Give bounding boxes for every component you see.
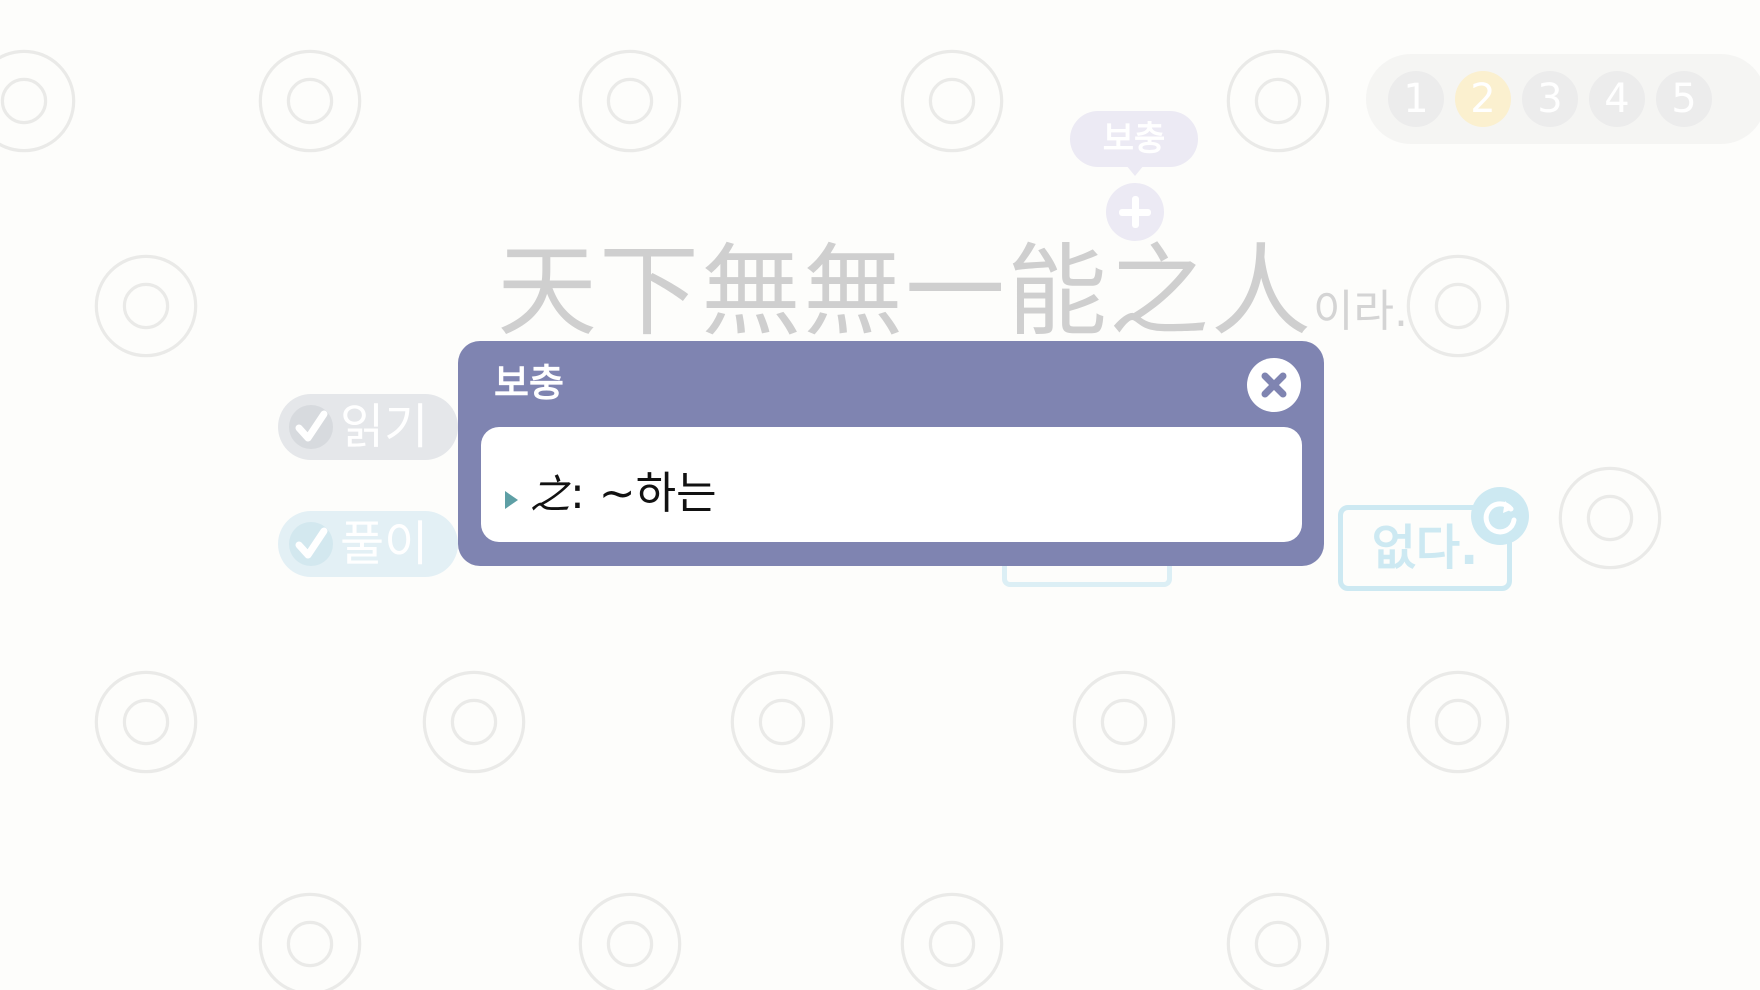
background-ornament <box>900 49 1004 153</box>
reset-button[interactable] <box>1471 487 1529 545</box>
page-button-3[interactable]: 3 <box>1522 71 1578 127</box>
background-ornament <box>900 892 1004 990</box>
check-icon <box>289 522 333 566</box>
entry-gloss: : ~하는 <box>570 468 717 519</box>
background-ornament <box>1226 892 1330 990</box>
background-ornament <box>0 49 76 153</box>
popup-title: 보충 <box>494 361 564 405</box>
background-ornament <box>1072 670 1176 774</box>
supplement-popup: 보충 之: ~하는 <box>458 341 1324 566</box>
check-icon <box>289 405 333 449</box>
background-ornament <box>94 254 198 358</box>
read-label: 읽기 <box>340 399 429 455</box>
supplement-tooltip: 보충 <box>1070 111 1198 167</box>
refresh-icon <box>1483 501 1517 535</box>
bullet-arrow-icon <box>505 490 518 509</box>
background-ornament <box>578 49 682 153</box>
background-ornament <box>258 892 362 990</box>
page-button-2[interactable]: 2 <box>1455 71 1511 127</box>
hanja-text: 天下無無一能之人 <box>497 233 1313 350</box>
background-ornament <box>730 670 834 774</box>
background-ornament <box>94 670 198 774</box>
background-ornament <box>422 670 526 774</box>
background-ornament <box>1406 254 1510 358</box>
background-ornament <box>578 892 682 990</box>
close-button[interactable] <box>1247 358 1301 412</box>
hanja-sentence: 天下無無一能之人이라. <box>497 232 1408 352</box>
background-ornament <box>1558 466 1662 570</box>
popup-body: 之: ~하는 <box>481 427 1302 542</box>
background-ornament <box>1406 670 1510 774</box>
read-toggle-button[interactable]: 읽기 <box>278 394 458 460</box>
background-ornament <box>258 49 362 153</box>
sentence-suffix: 이라. <box>1313 286 1408 337</box>
page-button-1[interactable]: 1 <box>1388 71 1444 127</box>
supplement-entry: 之: ~하는 <box>505 457 717 519</box>
app-stage: 1 2 3 4 5 보충 天下無無一能之人이라. 읽기 풀이 없다. 보충 之:… <box>0 0 1760 990</box>
interpret-label: 풀이 <box>340 516 429 572</box>
page-button-5[interactable]: 5 <box>1656 71 1712 127</box>
entry-character: 之 <box>530 472 570 518</box>
page-button-4[interactable]: 4 <box>1589 71 1645 127</box>
supplement-tooltip-tail <box>1126 165 1144 176</box>
close-icon <box>1261 372 1287 398</box>
background-ornament <box>1226 49 1330 153</box>
interpret-toggle-button[interactable]: 풀이 <box>278 511 458 577</box>
